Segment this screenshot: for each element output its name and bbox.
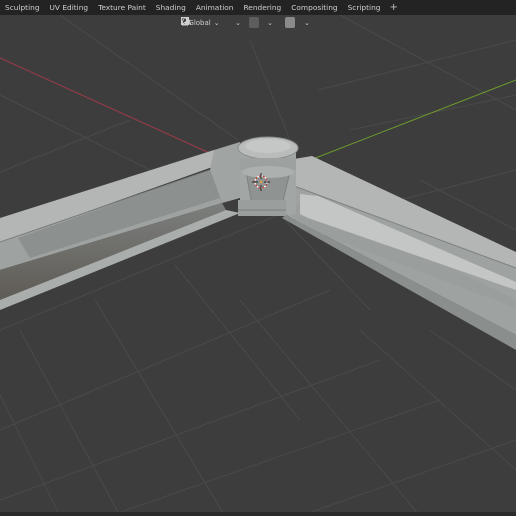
proportional-falloff-dropdown[interactable]: ⌄ [181, 17, 316, 28]
left-beam[interactable] [0, 150, 246, 310]
chevron-down-icon: ⌄ [267, 18, 273, 27]
falloff-curve-icon [181, 17, 191, 25]
tab-texture-paint[interactable]: Texture Paint [93, 0, 151, 15]
viewport-header-tools: Global ⌄ ⌄ ⌄ ⌄ [181, 17, 316, 28]
corner-post[interactable] [210, 136, 299, 216]
orientation-value: Global [188, 18, 211, 27]
tab-rendering[interactable]: Rendering [239, 0, 287, 15]
proportional-edit-toggle[interactable] [182, 17, 295, 28]
chevron-down-icon: ⌄ [235, 18, 241, 27]
snap-target-dropdown[interactable]: ⌄ [181, 17, 278, 28]
tab-scripting[interactable]: Scripting [343, 0, 386, 15]
tab-sculpting[interactable]: Sculpting [0, 0, 45, 15]
pivot-point-dropdown[interactable]: ⌄ [181, 17, 246, 28]
chevron-down-icon: ⌄ [304, 18, 310, 27]
right-beam[interactable] [282, 156, 516, 350]
status-bar [0, 512, 516, 516]
tab-uv-editing[interactable]: UV Editing [45, 0, 94, 15]
x-axis-line [0, 57, 215, 156]
tab-compositing[interactable]: Compositing [286, 0, 342, 15]
y-axis-line [299, 79, 516, 165]
snap-toggle[interactable] [181, 17, 259, 28]
tab-shading[interactable]: Shading [151, 0, 191, 15]
add-workspace-button[interactable]: + [385, 0, 401, 15]
3d-viewport[interactable]: Global ⌄ ⌄ ⌄ ⌄ [0, 15, 516, 516]
workspace-tab-bar: Sculpting UV Editing Texture Paint Shadi… [0, 0, 516, 15]
viewport-scene [0, 15, 516, 516]
chevron-down-icon: ⌄ [213, 18, 220, 27]
tab-animation[interactable]: Animation [191, 0, 239, 15]
